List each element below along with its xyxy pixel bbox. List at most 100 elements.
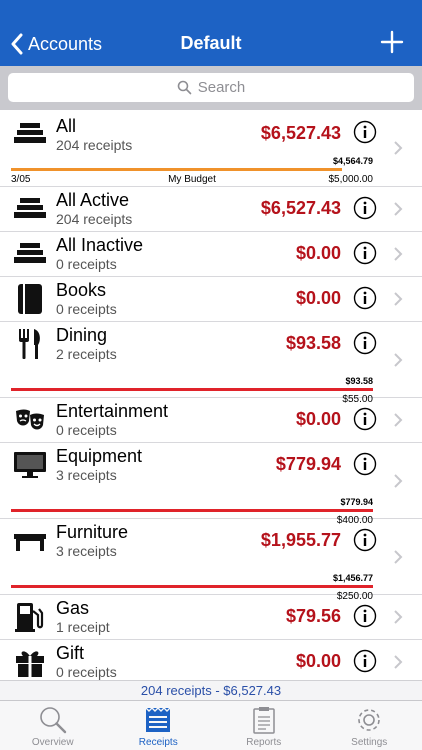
category-name: All Active <box>56 190 130 210</box>
clipboard-icon <box>253 707 275 734</box>
table-furniture-icon <box>13 524 47 558</box>
receipt-count: 1 receipt <box>56 619 110 635</box>
search-bar: Search <box>0 66 422 110</box>
tab-label: Settings <box>351 737 388 748</box>
fork-knife-icon <box>13 327 47 361</box>
category-amount: $6,527.43 <box>260 198 341 218</box>
stack-icon <box>13 237 47 271</box>
budget-spent: $779.94 <box>340 497 373 507</box>
tab-label: Reports <box>246 737 282 748</box>
book-icon <box>13 282 47 316</box>
tab-settings[interactable]: Settings <box>317 701 422 750</box>
chevron-right-icon <box>394 141 403 155</box>
gas-pump-icon <box>13 600 47 634</box>
tab-bar: Overview Receipts Reports Settings <box>0 700 422 750</box>
list-item-books[interactable]: Books 0 receipts $0.00 <box>0 277 422 322</box>
add-icon[interactable] <box>380 30 404 54</box>
category-name: Gas <box>56 598 90 618</box>
budget-spent: $4,564.79 <box>332 156 373 166</box>
list-item-entertainment[interactable]: Entertainment 0 receipts $0.00 <box>0 398 422 443</box>
category-amount: $0.00 <box>295 651 341 671</box>
info-icon[interactable] <box>353 649 377 673</box>
tab-overview[interactable]: Overview <box>0 701 106 750</box>
chevron-right-icon <box>394 292 403 306</box>
receipt-count: 0 receipts <box>56 256 117 272</box>
receipt-count: 0 receipts <box>56 301 117 317</box>
receipt-count: 0 receipts <box>56 422 117 438</box>
category-amount: $779.94 <box>275 454 341 474</box>
magnifier-icon <box>39 707 66 734</box>
search-input[interactable]: Search <box>8 73 414 102</box>
info-icon[interactable] <box>353 452 377 476</box>
list-item-all-inactive[interactable]: All Inactive 0 receipts $0.00 <box>0 232 422 277</box>
category-amount: $93.58 <box>285 333 341 353</box>
list-item-furniture[interactable]: Furniture 3 receipts $1,955.77 $1,456.77… <box>0 519 422 602</box>
page-title: Default <box>180 33 242 53</box>
receipt-count: 204 receipts <box>56 211 133 227</box>
budget-bar <box>11 585 373 588</box>
chevron-right-icon <box>394 413 403 427</box>
info-icon[interactable] <box>353 528 377 552</box>
stack-icon <box>13 117 47 151</box>
category-amount: $1,955.77 <box>260 530 341 550</box>
chevron-right-icon <box>394 353 403 367</box>
info-icon[interactable] <box>353 241 377 265</box>
receipt-summary: 204 receipts - $6,527.43 <box>0 680 422 700</box>
budget-bar <box>11 168 342 171</box>
budget-bar <box>11 509 373 512</box>
budget-label: My Budget <box>168 174 216 185</box>
chevron-right-icon <box>394 550 403 564</box>
category-name: Books <box>56 280 107 300</box>
receipt-count: 204 receipts <box>56 137 133 153</box>
search-placeholder: Search <box>197 79 246 96</box>
category-name: Furniture <box>56 522 129 542</box>
tab-receipts[interactable]: Receipts <box>106 701 212 750</box>
category-name: Gift <box>56 643 85 663</box>
chevron-right-icon <box>394 247 403 261</box>
info-icon[interactable] <box>353 331 377 355</box>
category-name: All Inactive <box>56 235 144 255</box>
chevron-right-icon <box>394 655 403 669</box>
info-icon[interactable] <box>353 286 377 310</box>
gift-icon <box>13 645 47 679</box>
monitor-icon <box>13 448 47 482</box>
category-name: Dining <box>56 325 108 345</box>
category-name: Equipment <box>56 446 143 466</box>
budget-spent: $1,456.77 <box>332 573 373 583</box>
chevron-right-icon <box>394 610 403 624</box>
info-icon[interactable] <box>353 407 377 431</box>
info-icon[interactable] <box>353 196 377 220</box>
tab-label: Overview <box>31 737 74 748</box>
receipt-count: 0 receipts <box>56 664 117 680</box>
list-item-all-active[interactable]: All Active 204 receipts $6,527.43 <box>0 187 422 232</box>
receipt-count: 3 receipts <box>56 467 117 483</box>
list-item-gift[interactable]: Gift 0 receipts $0.00 <box>0 640 422 685</box>
list-item-equipment[interactable]: Equipment 3 receipts $779.94 $779.94 $40… <box>0 443 422 526</box>
info-icon[interactable] <box>353 120 377 144</box>
search-icon <box>177 80 192 95</box>
list-item-gas[interactable]: Gas 1 receipt $79.56 <box>0 595 422 640</box>
category-amount: $79.56 <box>285 606 341 626</box>
tab-reports[interactable]: Reports <box>211 701 317 750</box>
tab-label: Receipts <box>138 737 178 748</box>
navigation-bar: Accounts Default <box>0 0 422 66</box>
list-item-dining[interactable]: Dining 2 receipts $93.58 $93.58 $55.00 <box>0 322 422 405</box>
gear-icon <box>358 709 381 731</box>
info-icon[interactable] <box>353 604 377 628</box>
receipt-count: 2 receipts <box>56 346 117 362</box>
chevron-right-icon <box>394 202 403 216</box>
theater-masks-icon <box>13 403 47 437</box>
budget-bar <box>11 388 373 391</box>
category-amount: $6,527.43 <box>260 123 341 143</box>
list-item-all[interactable]: All 204 receipts $6,527.43 $4,564.79 3/0… <box>0 110 422 187</box>
receipt-count: 3 receipts <box>56 543 117 559</box>
stack-icon <box>13 192 47 226</box>
category-name: Entertainment <box>56 401 169 421</box>
receipts-icon <box>145 707 171 732</box>
budget-spent: $93.58 <box>345 376 373 386</box>
budget-limit: $5,000.00 <box>328 174 374 185</box>
chevron-right-icon <box>394 474 403 488</box>
category-name: All <box>56 116 77 136</box>
category-amount: $0.00 <box>295 409 341 429</box>
category-amount: $0.00 <box>295 288 341 308</box>
